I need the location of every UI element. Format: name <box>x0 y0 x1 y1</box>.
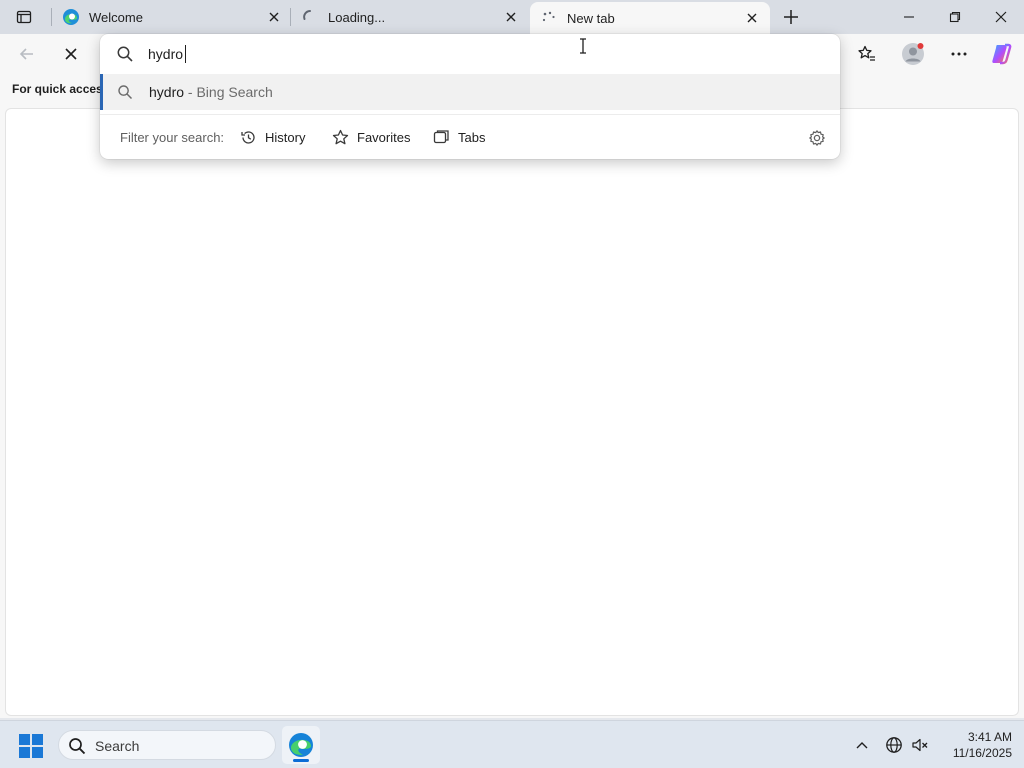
search-icon <box>69 738 86 755</box>
close-window-button[interactable] <box>978 0 1024 34</box>
clock-time: 3:41 AM <box>967 730 1012 744</box>
address-bar-dropdown: hydro - Bing Search Filter your search: … <box>100 34 840 159</box>
search-filter-row: Filter your search: History Favorites Ta… <box>100 122 840 152</box>
restore-button[interactable] <box>932 0 978 34</box>
divider <box>100 114 840 115</box>
show-hidden-icons-button[interactable] <box>852 735 872 755</box>
clock-date: 11/16/2025 <box>952 746 1012 760</box>
history-icon <box>241 130 255 144</box>
minimize-icon <box>904 16 914 18</box>
start-button[interactable] <box>18 733 44 759</box>
loading-dots-icon <box>540 9 558 27</box>
spinner-icon <box>301 8 319 26</box>
suggestion-text: hydro - Bing Search <box>149 84 273 100</box>
back-arrow-icon <box>19 48 33 60</box>
text-cursor-icon <box>580 38 586 54</box>
taskbar-search-box[interactable]: Search <box>58 730 276 760</box>
settings-more-button[interactable] <box>944 40 974 68</box>
suggestion-term: hydro <box>149 84 185 100</box>
windows-logo-icon <box>19 734 43 758</box>
minimize-button[interactable] <box>886 0 932 34</box>
search-settings-button[interactable] <box>806 127 828 149</box>
star-icon <box>332 129 349 144</box>
close-tab-icon[interactable] <box>266 9 282 25</box>
filter-favorites-label: Favorites <box>357 129 411 145</box>
search-suggestion[interactable]: hydro - Bing Search <box>100 74 840 110</box>
suggestion-source: - Bing Search <box>187 84 273 100</box>
stop-x-icon <box>65 48 77 60</box>
favorites-bar-hint: For quick access <box>12 82 110 96</box>
tab-title: Loading... <box>328 9 386 25</box>
plus-icon <box>784 10 798 24</box>
favorites-star-list-icon <box>858 45 875 61</box>
system-clock[interactable]: 3:41 AM 11/16/2025 <box>936 729 1012 761</box>
search-icon <box>117 46 133 62</box>
speaker-muted-icon <box>912 738 928 752</box>
stop-loading-button[interactable] <box>56 40 86 68</box>
tab-welcome[interactable]: Welcome <box>52 2 292 32</box>
gear-icon <box>809 130 825 146</box>
taskbar: Search 3:41 AM 11/16/2025 <box>0 720 1024 768</box>
filter-history-label: History <box>265 129 306 145</box>
address-input[interactable] <box>148 44 788 64</box>
tab-actions-button[interactable] <box>6 4 42 30</box>
address-bar[interactable] <box>100 34 840 74</box>
tab-new-tab[interactable]: New tab <box>530 2 770 34</box>
network-button[interactable] <box>884 735 904 755</box>
close-tab-icon[interactable] <box>744 10 760 26</box>
globe-network-icon <box>886 737 902 753</box>
title-bar: Welcome Loading... New tab <box>0 0 1024 34</box>
new-tab-button[interactable] <box>778 5 804 29</box>
filter-tabs-button[interactable]: Tabs <box>433 125 485 149</box>
edge-logo-icon <box>62 8 80 26</box>
text-caret <box>185 45 186 63</box>
favorites-button[interactable] <box>852 40 882 68</box>
tab-title: New tab <box>567 10 615 26</box>
search-icon <box>118 85 133 100</box>
taskbar-edge-button[interactable] <box>282 726 320 764</box>
running-indicator <box>293 759 309 762</box>
more-dots-icon <box>951 52 967 56</box>
restore-icon <box>949 11 961 23</box>
tab-title: Welcome <box>89 9 143 25</box>
blank-page[interactable] <box>5 108 1019 716</box>
edge-logo-icon <box>289 733 313 757</box>
back-button[interactable] <box>12 40 42 68</box>
filter-tabs-label: Tabs <box>458 129 486 145</box>
filter-favorites-button[interactable]: Favorites <box>332 125 410 149</box>
volume-button[interactable] <box>910 735 930 755</box>
avatar-icon <box>902 43 924 65</box>
chevron-up-icon <box>856 742 868 749</box>
taskbar-search-label: Search <box>95 738 140 754</box>
tab-actions-icon <box>16 10 32 24</box>
filter-history-button[interactable]: History <box>240 125 305 149</box>
page-viewport <box>0 106 1024 718</box>
tabs-icon <box>433 129 449 143</box>
filter-label: Filter your search: <box>120 130 225 145</box>
tab-loading[interactable]: Loading... <box>291 2 529 32</box>
close-tab-icon[interactable] <box>503 9 519 25</box>
profile-button[interactable] <box>898 40 928 68</box>
close-icon <box>995 11 1007 23</box>
suggestion-highlight-bar <box>100 74 103 110</box>
copilot-button[interactable] <box>986 40 1016 68</box>
copilot-icon <box>992 43 1012 65</box>
